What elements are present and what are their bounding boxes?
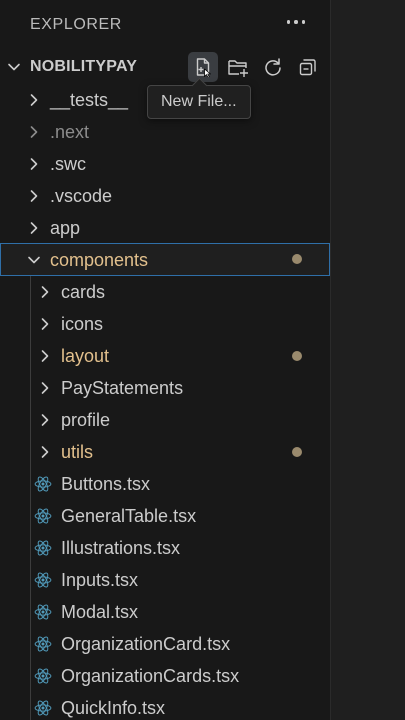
tree-item-label: OrganizationCards.tsx (61, 666, 240, 686)
tree-item-label: OrganizationCard.tsx (61, 634, 231, 654)
refresh-icon (265, 58, 281, 76)
chevron-right-icon (41, 382, 49, 394)
tree-item-label: icons (61, 314, 104, 334)
ellipsis-icon (286, 20, 291, 24)
tree-item-label: .vscode (50, 186, 113, 206)
chevron-right-icon (30, 222, 38, 234)
more-actions-button[interactable] (282, 8, 310, 36)
react-icon (34, 540, 52, 556)
tree-folder-app[interactable]: app (0, 212, 330, 244)
modified-dot (292, 351, 302, 361)
tree-folder-cards[interactable]: cards (0, 276, 330, 308)
tree-folder-profile[interactable]: profile (0, 404, 330, 436)
modified-dot (292, 447, 302, 457)
tree-folder-next[interactable]: .next (0, 116, 330, 148)
tree-item-label: cards (61, 282, 106, 302)
workspace-section-header[interactable]: NOBILITYPAY (0, 50, 330, 84)
workspace-title: NOBILITYPAY (30, 58, 138, 75)
tree-file-modal[interactable]: Modal.tsx (0, 596, 330, 628)
tree-file-organizationcards[interactable]: OrganizationCards.tsx (0, 660, 330, 692)
tree-item-label: app (50, 218, 81, 238)
tree-folder-paystatements[interactable]: PayStatements (0, 372, 330, 404)
tree-file-quickinfo[interactable]: QuickInfo.tsx (0, 692, 330, 720)
chevron-right-icon (30, 94, 38, 106)
chevron-down-icon (8, 63, 20, 71)
chevron-right-icon (41, 286, 49, 298)
tree-folder-layout[interactable]: layout (0, 340, 330, 372)
tree-item-label: .swc (50, 154, 86, 174)
react-icon (34, 572, 52, 588)
explorer-header: EXPLORER (0, 0, 330, 48)
tree-item-label: QuickInfo.tsx (61, 698, 166, 718)
new-file-icon (196, 58, 211, 77)
tree-item-label: __tests__ (50, 90, 129, 110)
tree-file-generaltable[interactable]: GeneralTable.tsx (0, 500, 330, 532)
react-icon (34, 604, 52, 620)
tree-item-label: PayStatements (61, 378, 184, 398)
tree-item-label: Buttons.tsx (61, 474, 151, 494)
collapse-all-button[interactable] (293, 52, 323, 82)
tree-folder-icons[interactable]: icons (0, 308, 330, 340)
chevron-right-icon (41, 446, 49, 458)
explorer-title: EXPLORER (30, 16, 122, 33)
tree-item-label: Illustrations.tsx (61, 538, 181, 558)
tree-item-label: .next (50, 122, 90, 142)
chevron-right-icon (41, 350, 49, 362)
chevron-right-icon (30, 158, 38, 170)
new-file-tooltip: New File... (147, 85, 251, 119)
editor-area (330, 0, 405, 720)
tree-item-label: Inputs.tsx (61, 570, 139, 590)
tree-item-label: Modal.tsx (61, 602, 139, 622)
refresh-button[interactable] (258, 52, 288, 82)
tree-file-organizationcard[interactable]: OrganizationCard.tsx (0, 628, 330, 660)
react-icon (34, 508, 52, 524)
tree-file-inputs[interactable]: Inputs.tsx (0, 564, 330, 596)
react-icon (34, 636, 52, 652)
collapse-all-icon (299, 59, 316, 76)
section-actions (188, 52, 323, 82)
new-folder-icon (228, 60, 248, 77)
tree-file-illustrations[interactable]: Illustrations.tsx (0, 532, 330, 564)
react-icon (34, 700, 52, 716)
tree-folder-vscode[interactable]: .vscode (0, 180, 330, 212)
tree-folder-components[interactable]: components (0, 243, 330, 276)
chevron-down-icon (28, 256, 40, 264)
tree-item-label: GeneralTable.tsx (61, 506, 197, 526)
chevron-right-icon (30, 126, 38, 138)
tree-item-label: components (50, 250, 149, 270)
new-folder-button[interactable] (223, 52, 253, 82)
react-icon (34, 668, 52, 684)
tree-item-label: utils (61, 442, 94, 462)
chevron-right-icon (30, 190, 38, 202)
chevron-right-icon (41, 414, 49, 426)
modified-dot (292, 254, 302, 264)
react-icon (34, 476, 52, 492)
new-file-button[interactable] (188, 52, 218, 82)
explorer-panel: EXPLORER NOBILITYPAY __tests__ .next .sw… (0, 0, 330, 720)
chevron-right-icon (41, 318, 49, 330)
tree-folder-utils[interactable]: utils (0, 436, 330, 468)
tree-item-label: layout (61, 346, 110, 366)
tree-file-buttons[interactable]: Buttons.tsx (0, 468, 330, 500)
tree-folder-swc[interactable]: .swc (0, 148, 330, 180)
tree-item-label: profile (61, 410, 111, 430)
